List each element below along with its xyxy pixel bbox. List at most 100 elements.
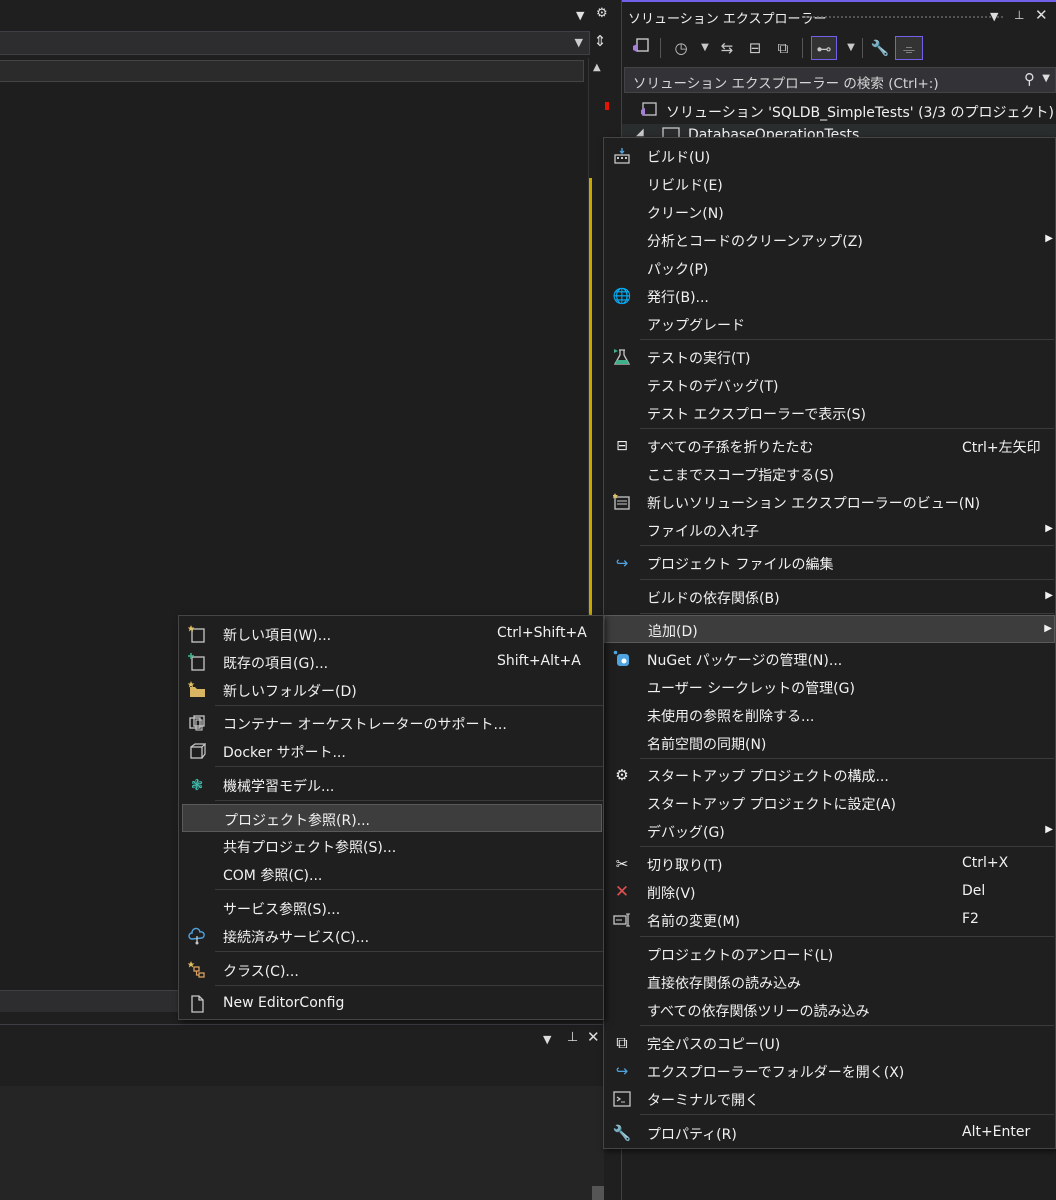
menu-item-pack[interactable]: パック(P)	[604, 254, 1055, 282]
submenu-item-class[interactable]: クラス(C)...	[179, 956, 603, 984]
expand-arrow-icon[interactable]: ◢	[636, 127, 654, 137]
menu-item-open-in-terminal[interactable]: ターミナルで開く	[604, 1085, 1055, 1113]
submenu-item-connected-services[interactable]: 接続済みサービス(C)...	[179, 922, 603, 950]
class-icon	[187, 961, 207, 979]
sync-active-document-icon[interactable]: ⇆	[716, 36, 738, 60]
solution-explorer-title-bar: ソリューション エクスプローラー ▼ ⊥ ✕	[622, 0, 1056, 30]
menu-item-properties[interactable]: 🔧 プロパティ(R) Alt+Enter	[604, 1119, 1055, 1147]
menu-item-rebuild[interactable]: リビルド(E)	[604, 170, 1055, 198]
show-all-files-icon[interactable]: ⧉	[772, 36, 794, 60]
project-icon	[662, 127, 680, 137]
collapse-all-icon[interactable]: ⊟	[744, 36, 766, 60]
submenu-item-new-folder[interactable]: 新しいフォルダー(D)	[179, 676, 603, 704]
solution-label: ソリューション 'SQLDB_SimpleTests' (3/3 のプロジェクト…	[666, 105, 1054, 121]
menu-item-manage-user-secrets[interactable]: ユーザー シークレットの管理(G)	[604, 673, 1055, 701]
menu-item-set-startup[interactable]: スタートアップ プロジェクトに設定(A)	[604, 789, 1055, 817]
menu-item-remove-unused-refs[interactable]: 未使用の参照を削除する...	[604, 701, 1055, 729]
pending-changes-clock-icon[interactable]: ◷	[670, 36, 692, 60]
menu-item-load-direct-deps[interactable]: 直接依存関係の読み込み	[604, 968, 1055, 996]
solution-explorer-toolbar: ◷ ▼ ⇆ ⊟ ⧉ ⊷ ▼ 🔧 ⌯	[622, 32, 1056, 64]
menu-item-build-dependencies[interactable]: ビルドの依存関係(B) ▶	[604, 583, 1055, 611]
menu-item-run-tests[interactable]: テストの実行(T)	[604, 343, 1055, 371]
vs-solution-switch-icon[interactable]	[630, 36, 652, 60]
menu-item-configure-startup[interactable]: ⚙ スタートアップ プロジェクトの構成...	[604, 761, 1055, 789]
error-marker	[605, 102, 609, 110]
menu-item-publish[interactable]: 🌐 発行(B)...	[604, 282, 1055, 310]
menu-separator	[640, 339, 1054, 340]
window-position-dropdown-icon[interactable]: ▼	[990, 10, 998, 23]
editor-settings-gear-icon[interactable]: ⚙	[596, 6, 608, 21]
new-folder-icon	[187, 681, 207, 699]
close-icon[interactable]: ✕	[1035, 6, 1048, 24]
submenu-item-existing-item[interactable]: 既存の項目(G)... Shift+Alt+A	[179, 648, 603, 676]
menu-separator	[640, 758, 1054, 759]
project-label: DatabaseOperationTests	[688, 127, 860, 137]
new-item-icon	[187, 625, 207, 643]
editor-navigation-bar[interactable]: ▼	[0, 31, 590, 55]
menu-separator	[640, 1025, 1054, 1026]
solution-explorer-search-input[interactable]: ソリューション エクスプローラー の検索 (Ctrl+:) ⚲ ▼	[624, 67, 1056, 93]
menu-item-build[interactable]: ビルド(U)	[604, 142, 1055, 170]
submenu-item-com-reference[interactable]: COM 参照(C)...	[179, 860, 603, 888]
search-icon[interactable]: ⚲	[1024, 70, 1035, 88]
menu-item-delete[interactable]: ✕ 削除(V) Del	[604, 878, 1055, 906]
chevron-down-icon[interactable]: ▼	[840, 36, 862, 60]
vs-ide-window: ▼ ⚙ ▼ ⇕ ▲ ▼ ⊥ ✕ ソリューション エクスプローラー ▼ ⊥ ✕ ◷…	[0, 0, 1056, 1200]
menu-separator	[640, 1114, 1054, 1115]
collapse-icon: ⊟	[616, 438, 628, 454]
menu-item-analyze-cleanup[interactable]: 分析とコードのクリーンアップ(Z) ▶	[604, 226, 1055, 254]
project-context-menu: ビルド(U) リビルド(E) クリーン(N) 分析とコードのクリーンアップ(Z)…	[603, 137, 1056, 1149]
preview-selected-items-icon[interactable]: ⌯	[895, 36, 923, 60]
menu-item-file-nesting[interactable]: ファイルの入れ子 ▶	[604, 516, 1055, 544]
menu-item-clean[interactable]: クリーン(N)	[604, 198, 1055, 226]
file-icon	[187, 995, 207, 1013]
submenu-item-new-item[interactable]: 新しい項目(W)... Ctrl+Shift+A	[179, 620, 603, 648]
menu-item-add[interactable]: 追加(D) ▶	[604, 615, 1055, 643]
tab-list-dropdown-icon[interactable]: ▼	[576, 9, 584, 22]
chevron-down-icon[interactable]: ▼	[575, 36, 583, 49]
drag-grip[interactable]	[804, 15, 1004, 19]
submenu-arrow-icon: ▶	[1045, 523, 1053, 534]
close-icon[interactable]: ✕	[587, 1028, 600, 1046]
tree-item-solution[interactable]: ソリューション 'SQLDB_SimpleTests' (3/3 のプロジェクト…	[622, 99, 1056, 123]
submenu-item-project-reference[interactable]: プロジェクト参照(R)...	[182, 804, 602, 832]
menu-item-scope-to-this[interactable]: ここまでスコープ指定する(S)	[604, 460, 1055, 488]
gear-icon: ⚙	[615, 766, 629, 784]
menu-separator	[640, 579, 1054, 580]
search-options-dropdown-icon[interactable]: ▼	[1042, 73, 1050, 84]
pin-icon[interactable]: ⊥	[567, 1030, 578, 1045]
bottom-scroll-thumb[interactable]	[592, 1186, 604, 1200]
menu-item-upgrade[interactable]: アップグレード	[604, 310, 1055, 338]
pin-icon[interactable]: ⊥	[1014, 8, 1024, 22]
scroll-up-icon[interactable]: ▲	[593, 62, 601, 73]
split-editor-icon[interactable]: ⇕	[591, 32, 609, 54]
menu-item-copy-full-path[interactable]: ⧉ 完全パスのコピー(U)	[604, 1029, 1055, 1057]
menu-item-debug-tests[interactable]: テストのデバッグ(T)	[604, 371, 1055, 399]
menu-item-unload-project[interactable]: プロジェクトのアンロード(L)	[604, 940, 1055, 968]
menu-item-cut[interactable]: ✂ 切り取り(T) Ctrl+X	[604, 850, 1055, 878]
submenu-item-docker-support[interactable]: Docker サポート...	[179, 737, 603, 765]
menu-item-sync-namespaces[interactable]: 名前空間の同期(N)	[604, 729, 1055, 757]
tracked-view-icon[interactable]: ⊷	[811, 36, 837, 60]
menu-separator	[640, 613, 1054, 614]
menu-item-show-in-test-explorer[interactable]: テスト エクスプローラーで表示(S)	[604, 399, 1055, 427]
menu-item-rename[interactable]: 名前の変更(M) F2	[604, 906, 1055, 934]
menu-item-load-all-deps[interactable]: すべての依存関係ツリーの読み込み	[604, 996, 1055, 1024]
menu-item-debug[interactable]: デバッグ(G) ▶	[604, 817, 1055, 845]
menu-item-collapse-descendants[interactable]: ⊟ すべての子孫を折りたたむ Ctrl+左矢印	[604, 432, 1055, 460]
menu-item-new-se-view[interactable]: 新しいソリューション エクスプローラーのビュー(N)	[604, 488, 1055, 516]
build-icon	[612, 147, 632, 165]
submenu-item-service-reference[interactable]: サービス参照(S)...	[179, 894, 603, 922]
submenu-item-ml-model[interactable]: ❃ 機械学習モデル...	[179, 771, 603, 799]
properties-wrench-icon[interactable]: 🔧	[869, 36, 891, 60]
menu-item-manage-nuget[interactable]: NuGet パッケージの管理(N)...	[604, 645, 1055, 673]
chevron-down-icon[interactable]: ▼	[694, 36, 716, 60]
menu-item-open-in-explorer[interactable]: ↪ エクスプローラーでフォルダーを開く(X)	[604, 1057, 1055, 1085]
submenu-item-shared-project-reference[interactable]: 共有プロジェクト参照(S)...	[179, 832, 603, 860]
editor-member-bar[interactable]	[0, 60, 584, 82]
tree-item-project[interactable]: ◢ DatabaseOperationTests	[622, 124, 1056, 137]
panel-dropdown-icon[interactable]: ▼	[543, 1033, 551, 1046]
submenu-item-container-orchestrator[interactable]: コンテナー オーケストレーターのサポート...	[179, 709, 603, 737]
menu-item-edit-project-file[interactable]: ↪ プロジェクト ファイルの編集	[604, 549, 1055, 577]
submenu-item-new-editorconfig[interactable]: New EditorConfig	[179, 990, 603, 1018]
